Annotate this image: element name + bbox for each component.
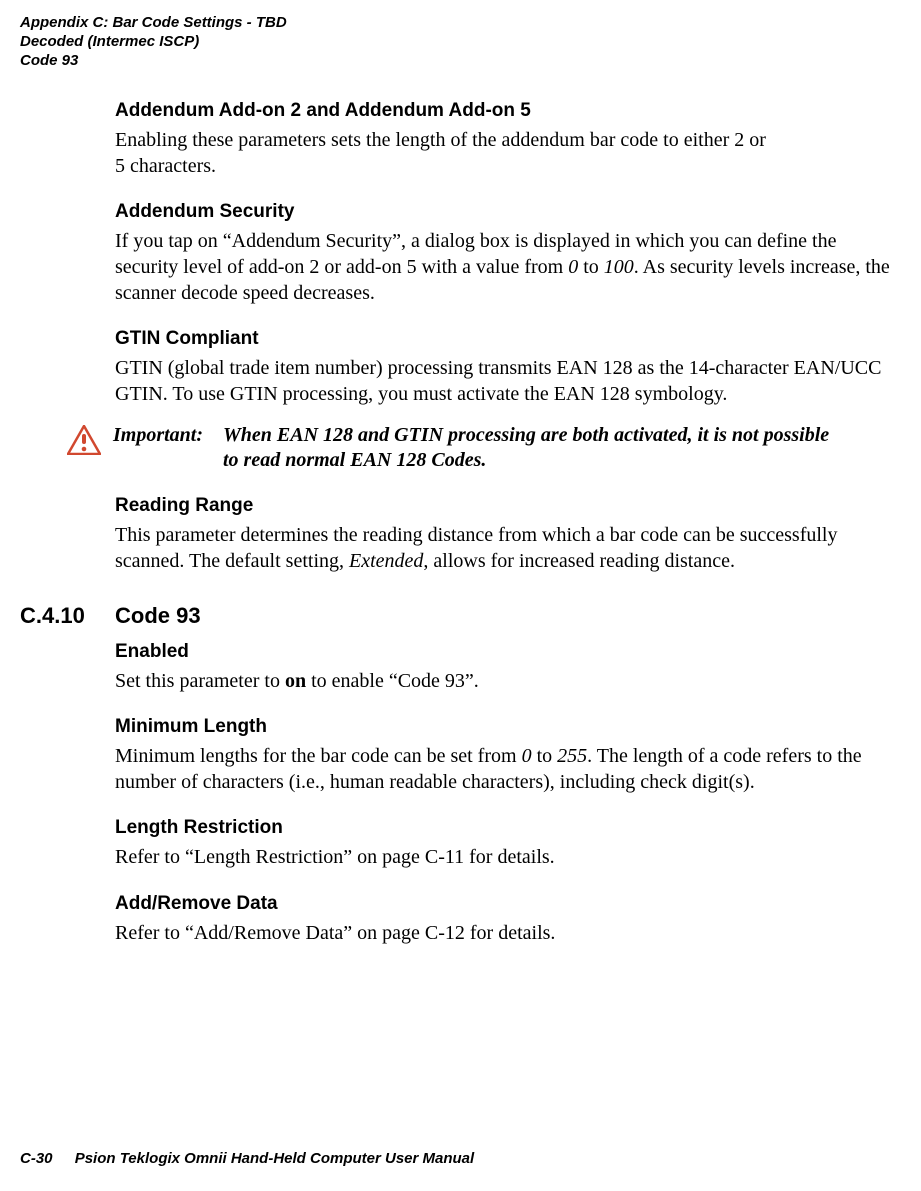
- text: to: [532, 745, 558, 767]
- para-length-restriction: Refer to “Length Restriction” on page C-…: [115, 845, 901, 871]
- value-on: on: [285, 670, 306, 692]
- value-zero: 0: [522, 745, 532, 767]
- content-area: Addendum Add-on 2 and Addendum Add-on 5 …: [115, 100, 901, 946]
- footer: C-30 Psion Teklogix Omnii Hand-Held Comp…: [20, 1150, 474, 1167]
- warning-icon: [67, 425, 101, 460]
- footer-title: Psion Teklogix Omnii Hand-Held Computer …: [75, 1150, 475, 1167]
- heading-minimum-length: Minimum Length: [115, 716, 901, 738]
- section-number: C.4.10: [20, 603, 115, 629]
- text: to enable “Code 93”.: [306, 670, 479, 692]
- para-reading-range: This parameter determines the reading di…: [115, 523, 901, 574]
- para-add-remove-data: Refer to “Add/Remove Data” on page C-12 …: [115, 921, 901, 947]
- para-gtin: GTIN (global trade item number) processi…: [115, 356, 901, 407]
- text: , allows for increased reading distance.: [423, 550, 735, 572]
- value-extended: Extended: [349, 550, 423, 572]
- heading-length-restriction: Length Restriction: [115, 817, 901, 839]
- important-note: Important:When EAN 128 and GTIN processi…: [67, 423, 901, 473]
- running-header-line-3: Code 93: [20, 52, 901, 71]
- value-hundred: 100: [604, 256, 634, 278]
- important-body-first: When EAN 128 and GTIN processing are bot…: [223, 424, 829, 446]
- section-heading: C.4.10 Code 93: [20, 603, 901, 629]
- heading-addendum-security: Addendum Security: [115, 201, 901, 223]
- text: Enabling these parameters sets the lengt…: [115, 129, 766, 151]
- text: 5 characters.: [115, 155, 216, 177]
- para-enabled: Set this parameter to on to enable “Code…: [115, 669, 901, 695]
- page: Appendix C: Bar Code Settings - TBD Deco…: [0, 0, 921, 1191]
- important-text: Important:When EAN 128 and GTIN processi…: [113, 423, 829, 473]
- running-header-line-1: Appendix C: Bar Code Settings - TBD: [20, 14, 901, 33]
- text: to: [578, 256, 604, 278]
- running-header-line-2: Decoded (Intermec ISCP): [20, 33, 901, 52]
- important-body-rest: to read normal EAN 128 Codes.: [223, 448, 829, 473]
- heading-add-remove-data: Add/Remove Data: [115, 893, 901, 915]
- para-addendum-security: If you tap on “Addendum Security”, a dia…: [115, 229, 901, 306]
- section-title: Code 93: [115, 603, 201, 629]
- running-header: Appendix C: Bar Code Settings - TBD Deco…: [20, 14, 901, 70]
- page-number: C-30: [20, 1150, 53, 1167]
- heading-gtin: GTIN Compliant: [115, 328, 901, 350]
- heading-reading-range: Reading Range: [115, 495, 901, 517]
- text: Set this parameter to: [115, 670, 285, 692]
- heading-addendum-addon: Addendum Add-on 2 and Addendum Add-on 5: [115, 100, 901, 122]
- text: Minimum lengths for the bar code can be …: [115, 745, 522, 767]
- para-addendum-addon: Enabling these parameters sets the lengt…: [115, 128, 901, 179]
- para-minimum-length: Minimum lengths for the bar code can be …: [115, 744, 901, 795]
- value-255: 255: [557, 745, 587, 767]
- value-zero: 0: [568, 256, 578, 278]
- important-label: Important:: [113, 423, 223, 448]
- heading-enabled: Enabled: [115, 641, 901, 663]
